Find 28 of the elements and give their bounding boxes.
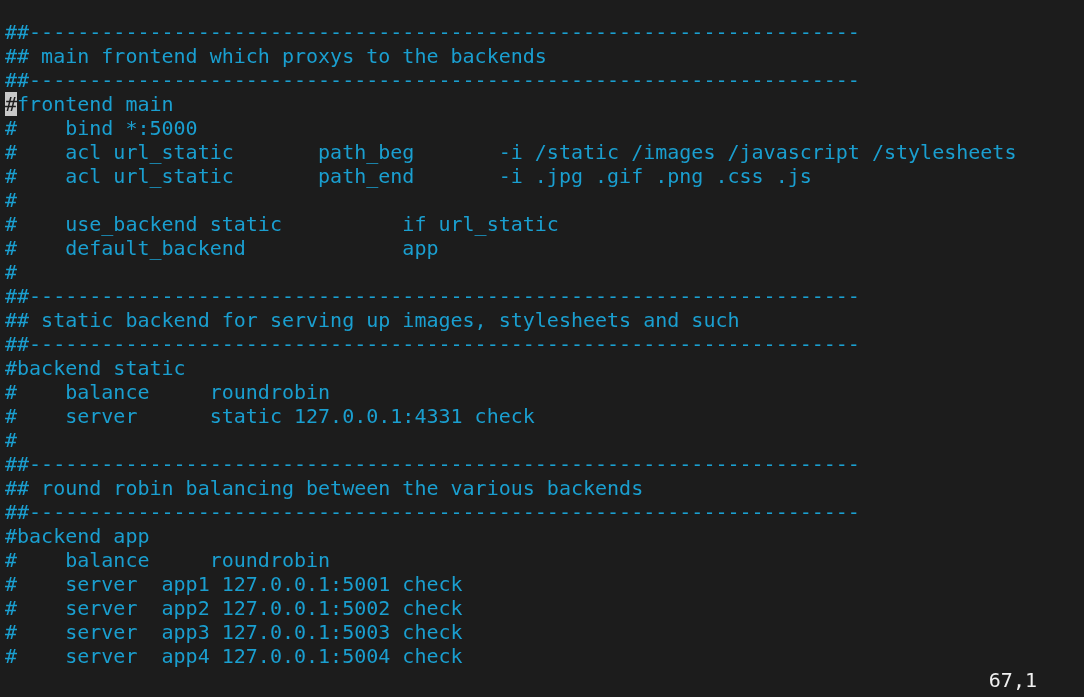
- code-line: # server app4 127.0.0.1:5004 check: [5, 644, 463, 668]
- code-line: #: [5, 428, 18, 452]
- code-line: ## round robin balancing between the various backends: [5, 476, 644, 500]
- code-line: ## static backend for serving up images, stylesheets and such: [5, 308, 740, 332]
- code-line: ##---------------------------------------------------------------------: [5, 500, 860, 524]
- code-line: # use_backend static if url_static: [5, 212, 559, 236]
- code-line: # acl url_static path_beg -i /static /images /javascript /stylesheets: [5, 140, 1017, 164]
- code-line: ## main frontend which proxys to the backends: [5, 44, 547, 68]
- code-line: # server app1 127.0.0.1:5001 check: [5, 572, 463, 596]
- code-line: # acl url_static path_end -i .jpg .gif .png .css .js: [5, 164, 812, 188]
- code-line: ##---------------------------------------------------------------------: [5, 332, 860, 356]
- code-line: ##---------------------------------------------------------------------: [5, 68, 860, 92]
- code-line: ##---------------------------------------------------------------------: [5, 284, 860, 308]
- code-line: # default_backend app: [5, 236, 439, 260]
- code-line: #: [5, 260, 18, 284]
- code-line: ##---------------------------------------------------------------------: [5, 20, 860, 44]
- code-line: # server app3 127.0.0.1:5003 check: [5, 620, 463, 644]
- code-line: #: [5, 188, 18, 212]
- code-line: # server static 127.0.0.1:4331 check: [5, 404, 535, 428]
- code-line: # bind *:5000: [5, 116, 198, 140]
- code-line: # balance roundrobin: [5, 548, 331, 572]
- code-line: #frontend main: [5, 92, 174, 116]
- code-line: # server app2 127.0.0.1:5002 check: [5, 596, 463, 620]
- code-line: ##---------------------------------------------------------------------: [5, 452, 860, 476]
- code-line: #backend static: [5, 356, 186, 380]
- code-line: #backend app: [5, 524, 150, 548]
- code-line: # balance roundrobin: [5, 380, 331, 404]
- cursor-position: 67,1: [988, 668, 1037, 692]
